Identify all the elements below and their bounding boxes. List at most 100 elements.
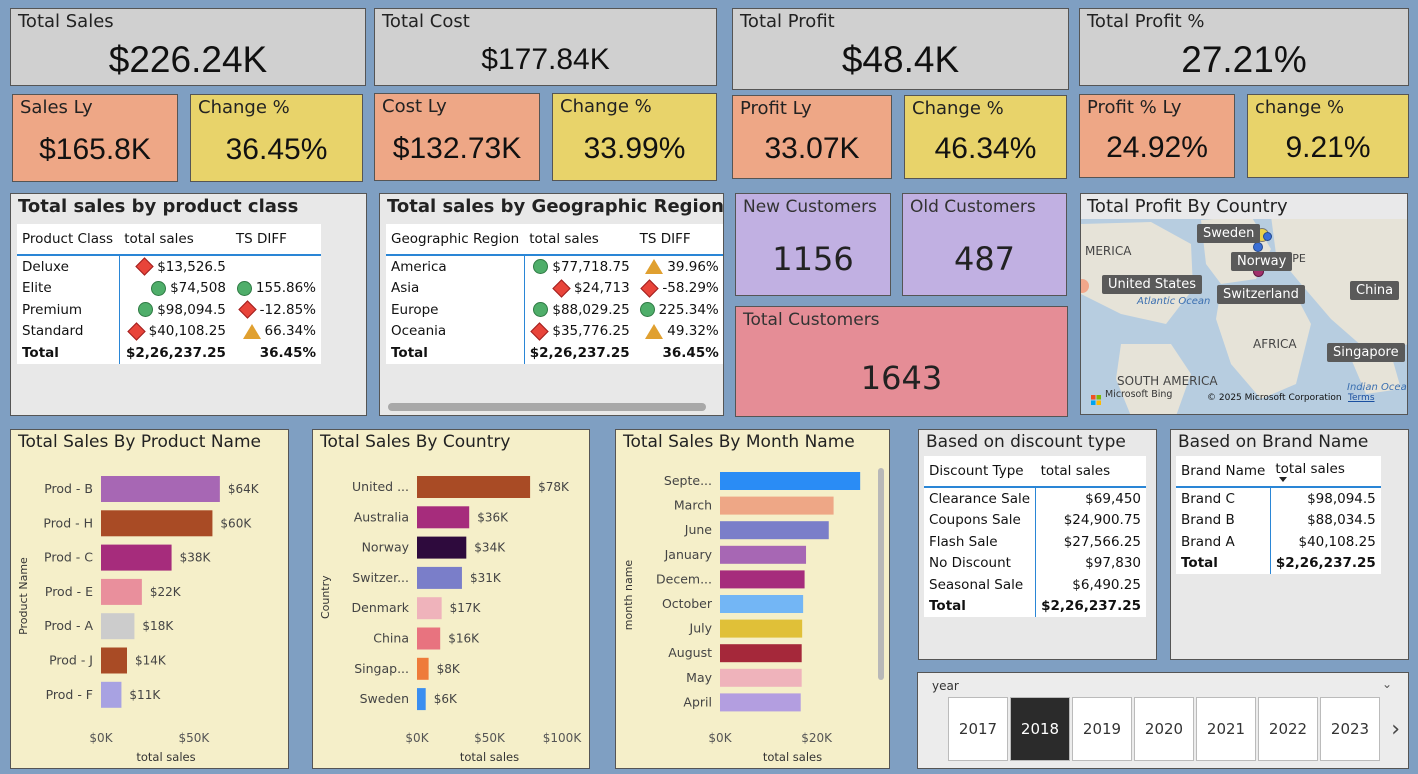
column-header[interactable]: total sales bbox=[524, 224, 635, 256]
year-tile[interactable]: 2020 bbox=[1134, 697, 1194, 761]
cell-sales: $35,776.25 bbox=[552, 323, 630, 340]
cell-diff: -12.85% bbox=[259, 301, 316, 318]
horizontal-scrollbar[interactable] bbox=[388, 403, 706, 411]
bar[interactable] bbox=[417, 597, 442, 620]
table-row[interactable]: Europe $88,029.25 225.34% bbox=[386, 299, 723, 321]
cell-sales: $2,26,237.25 bbox=[1269, 552, 1381, 574]
bar[interactable] bbox=[417, 657, 429, 680]
bar[interactable] bbox=[720, 644, 802, 663]
category-label: Prod - F bbox=[46, 687, 93, 702]
map-region-label: Indian Ocea bbox=[1347, 382, 1407, 393]
data-label: $36K bbox=[477, 510, 509, 524]
bar[interactable] bbox=[417, 566, 462, 589]
table-row[interactable]: Brand C $98,094.5 bbox=[1176, 487, 1381, 510]
table-row[interactable]: Brand B $88,034.5 bbox=[1176, 509, 1381, 531]
data-label: $31K bbox=[470, 571, 502, 585]
year-tile[interactable]: 2018 bbox=[1010, 697, 1070, 761]
region-table: Geographic Region total sales TS DIFF Am… bbox=[386, 224, 723, 364]
column-header[interactable]: Brand Name bbox=[1176, 456, 1271, 488]
column-header[interactable]: Product Class bbox=[17, 224, 120, 256]
table-row[interactable]: Asia $24,713 -58.29% bbox=[386, 277, 723, 299]
table-row[interactable]: Clearance Sale $69,450 bbox=[924, 487, 1146, 510]
category-label: Switzer... bbox=[352, 570, 409, 585]
cell-sales: $24,713 bbox=[573, 280, 630, 297]
bar[interactable] bbox=[417, 476, 531, 498]
terms-link[interactable]: Terms bbox=[1348, 393, 1375, 403]
profit-map-panel[interactable]: Total Profit By Country MERICA EUROPE At… bbox=[1080, 193, 1408, 415]
bar[interactable] bbox=[101, 647, 127, 674]
table-row[interactable]: Coupons Sale $24,900.75 bbox=[924, 509, 1146, 531]
table-row[interactable]: Brand A $40,108.25 bbox=[1176, 531, 1381, 553]
table-row[interactable]: No Discount $97,830 bbox=[924, 552, 1146, 574]
bar[interactable] bbox=[417, 536, 467, 559]
kpi-title: Cost Ly bbox=[382, 96, 447, 117]
cell-name: Coupons Sale bbox=[929, 512, 1021, 529]
chart-title: Total Sales By Month Name bbox=[623, 432, 855, 452]
bar[interactable] bbox=[720, 496, 834, 515]
category-label: Sweden bbox=[360, 691, 409, 706]
product-name-bar-chart[interactable]: Prod - B $64K Prod - H $60K Prod - C $38K Prod… bbox=[11, 458, 287, 768]
discount-table: Discount Type total sales Clearance Sale… bbox=[924, 456, 1146, 617]
kpi-value: 33.99% bbox=[583, 132, 686, 165]
chevron-right-icon[interactable]: › bbox=[1391, 717, 1400, 742]
bar[interactable] bbox=[101, 510, 213, 537]
bar[interactable] bbox=[720, 570, 805, 589]
diamond-icon bbox=[126, 322, 146, 341]
country-bar-chart[interactable]: United ... $78K Australia $36K Norway $34K Swi… bbox=[313, 458, 588, 768]
kpi-value: 27.21% bbox=[1181, 39, 1307, 80]
bar[interactable] bbox=[417, 627, 441, 650]
bar[interactable] bbox=[720, 521, 829, 540]
triangle-icon bbox=[242, 323, 261, 339]
table-row[interactable]: Standard $40,108.25 66.34% bbox=[17, 320, 321, 342]
bar[interactable] bbox=[720, 619, 803, 638]
year-tile[interactable]: 2019 bbox=[1072, 697, 1132, 761]
table-header-row: Brand Name total sales bbox=[1176, 456, 1381, 488]
bar[interactable] bbox=[720, 668, 802, 687]
table-row[interactable]: Elite $74,508 155.86% bbox=[17, 277, 321, 299]
year-tile[interactable]: 2023 bbox=[1320, 697, 1380, 761]
year-tile[interactable]: 2017 bbox=[948, 697, 1008, 761]
month-bar-chart[interactable]: Septe... March June January Decem... October J… bbox=[616, 458, 888, 768]
bar[interactable] bbox=[720, 693, 801, 712]
kpi-total-profit-pct: Total Profit % 27.21% bbox=[1079, 8, 1409, 86]
column-header[interactable]: total sales bbox=[1275, 461, 1345, 477]
denmark-bubble[interactable] bbox=[1263, 232, 1272, 241]
norway-bubble[interactable] bbox=[1253, 242, 1263, 252]
bar[interactable] bbox=[720, 472, 861, 490]
bar[interactable] bbox=[101, 544, 172, 571]
year-tile[interactable]: 2022 bbox=[1258, 697, 1318, 761]
table-row[interactable]: America $77,718.75 39.96% bbox=[386, 255, 723, 278]
bar[interactable] bbox=[417, 506, 470, 529]
chevron-down-icon[interactable]: ⌄ bbox=[1382, 677, 1392, 691]
bar[interactable] bbox=[101, 613, 135, 640]
column-header[interactable]: total sales bbox=[1035, 456, 1146, 488]
kpi-title: change % bbox=[1255, 97, 1345, 118]
bar[interactable] bbox=[417, 688, 426, 711]
cell-name: Brand B bbox=[1181, 512, 1235, 529]
year-slicer: year ⌄ 2017 2018 2019 2020 2021 2022 2023 › bbox=[917, 672, 1409, 769]
bar[interactable] bbox=[101, 578, 142, 605]
table-row[interactable]: Seasonal Sale $6,490.25 bbox=[924, 574, 1146, 596]
bar[interactable] bbox=[101, 681, 122, 708]
column-header[interactable]: total sales bbox=[119, 224, 231, 256]
year-tile[interactable]: 2021 bbox=[1196, 697, 1256, 761]
kpi-value: $165.8K bbox=[39, 133, 151, 166]
column-header[interactable]: Geographic Region bbox=[386, 224, 525, 256]
column-header[interactable]: Discount Type bbox=[924, 456, 1036, 488]
kpi-title: Total Profit bbox=[740, 11, 835, 32]
bar[interactable] bbox=[101, 476, 220, 502]
x-tick-label: $100K bbox=[543, 731, 583, 745]
column-header[interactable]: TS DIFF bbox=[634, 224, 723, 256]
column-header[interactable]: TS DIFF bbox=[230, 224, 321, 256]
table-row[interactable]: Oceania $35,776.25 49.32% bbox=[386, 320, 723, 342]
cell-sales: $24,900.75 bbox=[1035, 509, 1146, 531]
category-label: June bbox=[684, 522, 713, 537]
cell-sales: $88,029.25 bbox=[552, 301, 630, 318]
data-label: $6K bbox=[434, 692, 458, 706]
table-row[interactable]: Deluxe $13,526.5 bbox=[17, 255, 321, 278]
bar[interactable] bbox=[720, 545, 807, 564]
table-row[interactable]: Flash Sale $27,566.25 bbox=[924, 531, 1146, 553]
bar[interactable] bbox=[720, 595, 804, 613]
vertical-scrollbar[interactable] bbox=[878, 468, 884, 680]
table-row[interactable]: Premium $98,094.5 -12.85% bbox=[17, 299, 321, 321]
